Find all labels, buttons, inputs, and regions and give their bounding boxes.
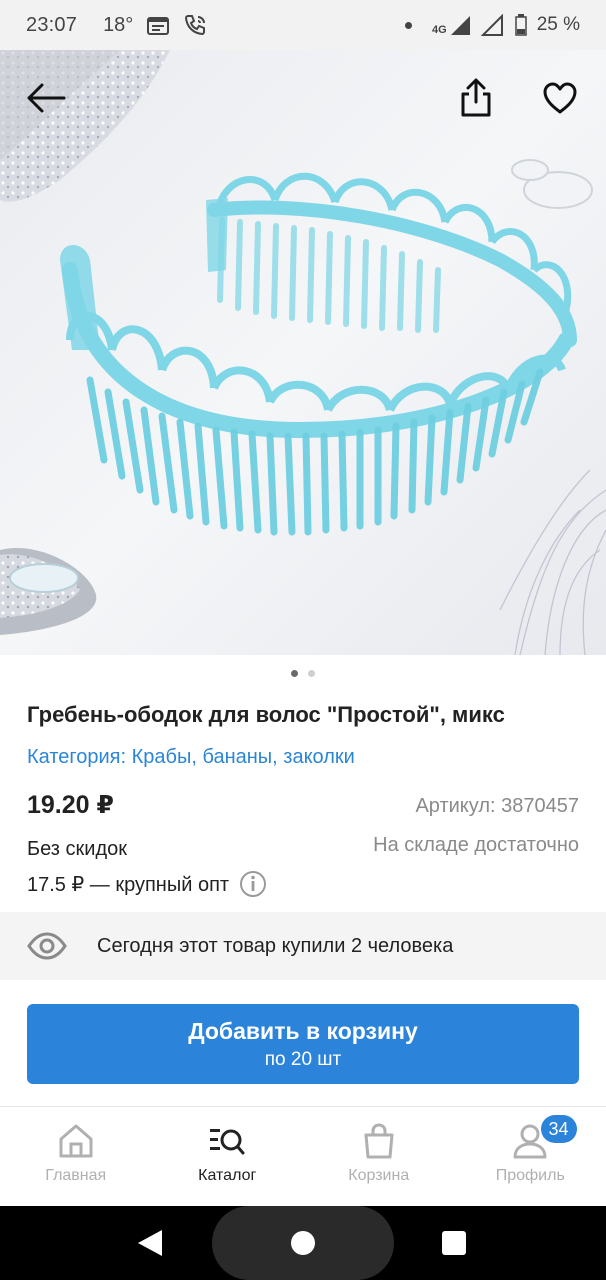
- home-icon: [59, 1124, 93, 1158]
- tab-cart[interactable]: Корзина: [303, 1107, 455, 1206]
- battery-icon: [514, 14, 527, 36]
- tab-catalog[interactable]: Каталог: [152, 1107, 304, 1206]
- profile-badge: 34: [540, 1115, 577, 1143]
- stock-status: На складе достаточно: [373, 834, 579, 856]
- add-to-cart-label: Добавить в корзину: [188, 1017, 418, 1044]
- product-category-link[interactable]: Категория: Крабы, бананы, заколки: [27, 746, 355, 769]
- shopping-bag-icon: [364, 1123, 394, 1159]
- status-time: 23:07: [26, 13, 78, 36]
- heart-icon: [543, 82, 577, 114]
- bought-today-text: Сегодня этот товар купили 2 человека: [97, 934, 454, 957]
- wifi-call-icon: [183, 13, 209, 37]
- wholesale-price-row: 17.5 ₽ — крупный опт: [27, 870, 267, 898]
- system-navigation-bar: [0, 1206, 606, 1280]
- tab-home[interactable]: Главная: [0, 1107, 152, 1206]
- share-icon: [461, 78, 491, 117]
- signal-4g-icon: 4G: [432, 14, 471, 36]
- tab-home-label: Главная: [45, 1167, 107, 1184]
- catalog-search-icon: [210, 1129, 245, 1155]
- notification-dot-icon: [405, 21, 412, 29]
- carousel-dot[interactable]: [308, 670, 315, 677]
- add-to-cart-button[interactable]: Добавить в корзину по 20 шт: [27, 1004, 579, 1084]
- network-type: 4G: [432, 24, 447, 36]
- nav-home-icon: [291, 1231, 315, 1255]
- favorite-button[interactable]: [536, 74, 584, 122]
- status-temperature: 18°: [103, 13, 134, 36]
- tab-profile[interactable]: Профиль 34: [455, 1107, 606, 1206]
- carousel-dots: [0, 670, 606, 677]
- tab-catalog-label: Каталог: [198, 1167, 257, 1184]
- product-price: 19.20 ₽: [27, 791, 114, 819]
- carousel-dot-active[interactable]: [291, 670, 298, 677]
- status-bar: 23:07 18° 4G 25 %: [0, 0, 606, 50]
- cart-action-area: Добавить в корзину по 20 шт: [0, 982, 606, 1106]
- product-photo: [0, 50, 606, 655]
- calendar-icon: [147, 15, 170, 35]
- product-image-carousel[interactable]: [0, 50, 606, 655]
- tab-profile-label: Профиль: [495, 1167, 565, 1184]
- nav-recents-icon[interactable]: [442, 1231, 466, 1255]
- battery-percent: 25 %: [536, 14, 580, 35]
- signal-empty-icon: [480, 14, 505, 36]
- product-article: Артикул: 3870457: [415, 795, 579, 817]
- eye-icon: [27, 932, 67, 960]
- product-title: Гребень-ободок для волос "Простой", микс: [27, 702, 505, 727]
- nav-back-icon[interactable]: [136, 1228, 164, 1258]
- add-to-cart-quantity: по 20 шт: [264, 1048, 342, 1070]
- share-button[interactable]: [452, 74, 500, 122]
- arrow-left-icon: [27, 83, 66, 113]
- bottom-tab-bar: Главная Каталог Корзина Профиль 34: [0, 1106, 606, 1206]
- wholesale-price: 17.5 ₽ — крупный опт: [27, 873, 230, 896]
- tab-cart-label: Корзина: [348, 1167, 410, 1184]
- nav-home-button[interactable]: [212, 1206, 394, 1280]
- back-button[interactable]: [22, 74, 70, 122]
- bought-today-banner: Сегодня этот товар купили 2 человека: [0, 912, 606, 980]
- info-icon[interactable]: [239, 870, 267, 898]
- discount-status: Без скидок: [27, 838, 127, 860]
